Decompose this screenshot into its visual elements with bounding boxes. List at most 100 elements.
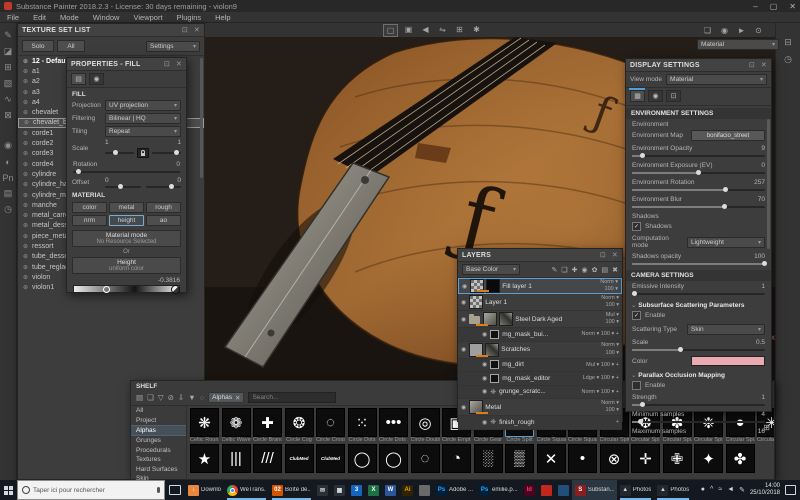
taskbar-app-bo-te-de-[interactable]: 02Boîte de... [269, 480, 314, 500]
slider-handle[interactable] [723, 187, 728, 192]
color-swatch[interactable] [691, 356, 765, 366]
add-fill-icon[interactable]: ✚ [572, 266, 578, 274]
close-icon[interactable]: ✕ [612, 251, 618, 259]
layer-row[interactable]: ◉Fill layer 1Norm ▾100 ▾ [458, 278, 622, 294]
mini-slider[interactable] [152, 152, 181, 154]
close-button[interactable]: ✕ [789, 2, 796, 11]
select-lasso-icon[interactable]: ▣ [402, 24, 415, 35]
microphone-icon[interactable] [157, 487, 160, 493]
alpha-resource[interactable]: ◌Circle Cross... [316, 408, 345, 443]
material-tab-icon[interactable]: ◉ [89, 73, 104, 85]
shelf-hide-icon[interactable]: ⊘ [168, 393, 174, 402]
alpha-thumbnail[interactable]: ❋ [190, 408, 219, 437]
alpha-resource[interactable]: ⁙Circle Dots [348, 408, 377, 443]
channel-button-height[interactable]: height [109, 215, 144, 226]
alpha-thumbnail[interactable]: ✛ [631, 444, 660, 473]
visibility-eye-icon[interactable]: ◉ [482, 388, 487, 395]
polygon-fill-tool[interactable]: ▧ [2, 77, 15, 90]
add-effect-icon[interactable]: ✎ [551, 266, 557, 274]
layer-blend-opacity[interactable]: Norm ▾100 ▾ [600, 279, 618, 294]
visibility-eye-icon[interactable]: ◉ [482, 361, 487, 368]
visibility-eye-icon[interactable]: ◉ [461, 316, 466, 323]
alpha-thumbnail[interactable]: ◯ [379, 444, 408, 473]
filter-tag-alphas[interactable]: Alphas✕ [208, 392, 244, 403]
shelf-refresh-icon[interactable]: ◌ [200, 393, 204, 402]
taskbar-app[interactable]: ▦ [331, 480, 348, 500]
alpha-thumbnail[interactable]: ❂ [285, 408, 314, 437]
slider-track[interactable] [632, 206, 765, 208]
viewmode-material-dropdown[interactable]: Material [697, 39, 779, 50]
alpha-thumbnail[interactable]: ★ [190, 444, 219, 473]
history-panel[interactable]: ◷ [2, 203, 15, 216]
alpha-thumbnail[interactable]: ◎ [411, 408, 440, 437]
start-button[interactable] [0, 480, 17, 500]
channel-button-ao[interactable]: ao [146, 215, 181, 226]
color-picker-icon[interactable] [171, 285, 180, 294]
shelf-category-grunges[interactable]: Grunges [131, 436, 186, 445]
add-smart-mask-icon[interactable]: ✿ [592, 266, 598, 274]
alpha-thumbnail[interactable]: ••• [379, 408, 408, 437]
viewport-layout-icon[interactable]: ❏ [701, 25, 714, 36]
maximize-button[interactable]: ▢ [770, 2, 778, 11]
environment-map-button[interactable]: bonifacio_street [691, 130, 765, 141]
mini-slider[interactable] [105, 186, 141, 188]
shelf-folder-icon[interactable]: ▤ [136, 393, 143, 402]
alpha-resource[interactable]: ✦ [694, 444, 723, 473]
channel-button-metal[interactable]: metal [109, 202, 144, 213]
layer-row[interactable]: ◉mg_mask_bui...Norm ▾ 100 ▾ + [458, 328, 622, 342]
layer-blend-opacity[interactable]: Norm ▾100 ▾ [601, 400, 619, 415]
projection-tool[interactable]: ⊞ [2, 61, 15, 74]
close-icon[interactable]: ✕ [761, 61, 767, 69]
slider-track[interactable] [632, 421, 765, 423]
slider-handle[interactable] [638, 419, 643, 424]
shelf-category-alphas[interactable]: Alphas [131, 425, 186, 436]
environment-tab-icon[interactable]: ▦ [630, 90, 645, 102]
layer-row[interactable]: ◉mg_dirtMul ▾ 100 ▾ + [458, 359, 622, 373]
symmetry-icon[interactable]: ⇋ [436, 24, 449, 35]
alpha-resource[interactable]: ◌ [411, 444, 440, 473]
close-icon[interactable]: ✕ [176, 60, 182, 68]
taskbar-app[interactable] [416, 480, 433, 500]
taskbar-app[interactable]: X [365, 480, 382, 500]
slider-track[interactable] [632, 404, 765, 406]
layer-row[interactable]: ◉❈grunge_scratc...Norm ▾ 100 ▾ + [458, 386, 622, 400]
shelf-category-hard-surfaces[interactable]: Hard Surfaces [131, 464, 186, 473]
visibility-eye-icon[interactable]: ◉ [461, 404, 466, 411]
alpha-resource[interactable]: ░ [474, 444, 503, 473]
delete-layer-icon[interactable]: ✖ [612, 266, 618, 274]
slider-track[interactable] [632, 263, 765, 265]
taskbar-search[interactable]: Taper ici pour rechercher [17, 480, 165, 500]
material-ball-icon[interactable]: ◉ [718, 25, 731, 36]
shelf-new-icon[interactable]: ❏ [147, 393, 154, 402]
alpha-resource[interactable]: ✙ [663, 444, 692, 473]
scale-lock-icon[interactable] [137, 148, 149, 158]
alpha-thumbnail[interactable]: ✤ [726, 444, 755, 473]
notification-center-icon[interactable] [785, 485, 796, 495]
shelf-filter-icon[interactable]: ▼ [188, 393, 195, 402]
alpha-resource[interactable]: ◎Circle Double [411, 408, 440, 443]
alpha-resource[interactable]: ClubMed [316, 444, 345, 473]
layer-row[interactable]: ◉mg_mask_editorLdge ▾ 100 ▾ + [458, 372, 622, 386]
alpha-thumbnail[interactable]: ✦ [694, 444, 723, 473]
alpha-thumbnail[interactable]: ClubMed [316, 444, 345, 473]
slider-handle[interactable] [762, 261, 767, 266]
alpha-thumbnail[interactable]: ClubMed [285, 444, 314, 473]
slider-handle[interactable] [640, 153, 645, 158]
hidden-icons-chevron[interactable]: ^ [710, 486, 713, 494]
layer-blend-opacity[interactable]: Norm ▾100 ▾ [601, 342, 619, 357]
add-paint-icon[interactable]: ❏ [561, 266, 567, 274]
layer-row[interactable]: ◉ScratchesNorm ▾100 ▾ [458, 342, 622, 359]
shelf-import-icon[interactable]: ⇩ [178, 393, 184, 402]
channel-button-color[interactable]: color [72, 202, 107, 213]
alpha-resource[interactable]: ❋Celtic Roun... [190, 408, 219, 443]
checkbox[interactable]: ✓ [632, 311, 641, 320]
alpha-resource[interactable]: ✛ [631, 444, 660, 473]
slider-handle[interactable] [76, 169, 81, 174]
taskbar-app[interactable] [538, 480, 555, 500]
alpha-resource[interactable]: ❁Celtic Wave [222, 408, 251, 443]
layer-row[interactable]: ◉MetalNorm ▾100 ▾ [458, 399, 622, 416]
slider-handle[interactable] [632, 291, 637, 296]
height-gradient-slider[interactable] [73, 285, 180, 293]
camera-tab-icon[interactable]: ◉ [648, 90, 663, 102]
pin-icon[interactable]: ⊡ [749, 61, 755, 69]
